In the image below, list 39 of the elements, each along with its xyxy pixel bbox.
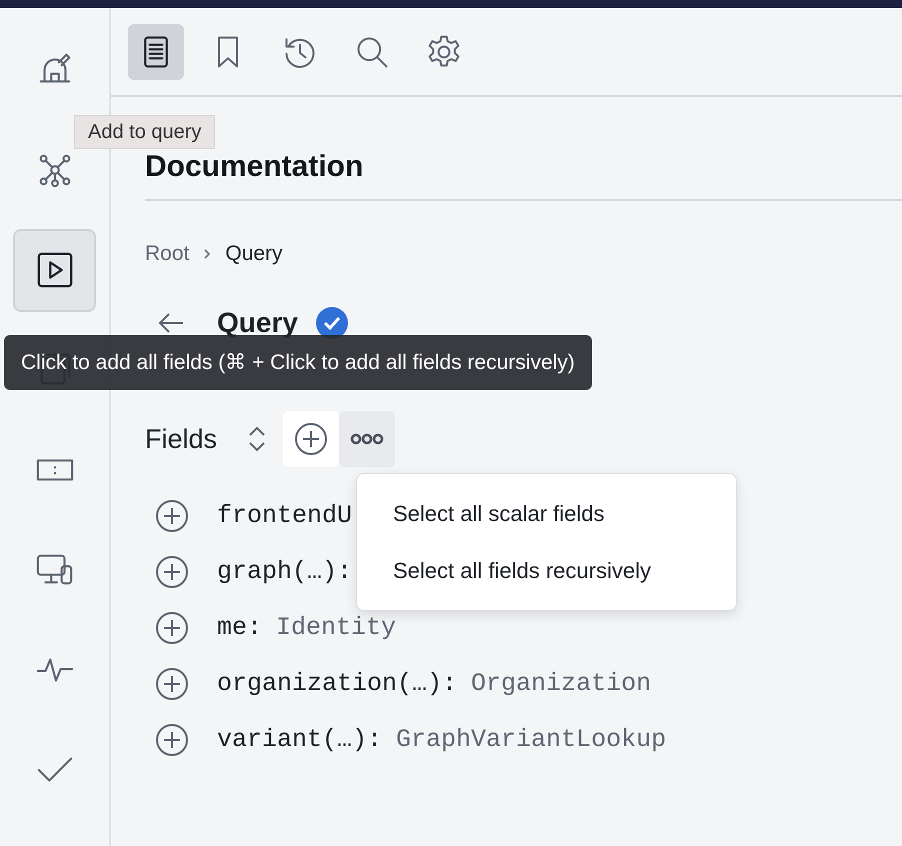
add-field-button[interactable] (155, 667, 189, 701)
page-heading: Documentation (145, 152, 364, 182)
plus-circle-icon (155, 667, 189, 701)
back-arrow-icon (157, 312, 185, 334)
chevron-icon (203, 248, 212, 260)
field-name: me: (217, 612, 262, 644)
add-field-button[interactable] (155, 611, 189, 645)
breadcrumb-link[interactable]: Root (145, 238, 190, 270)
field-type-link[interactable]: GraphVariantLookup (396, 721, 666, 759)
plus-circle-icon (155, 499, 189, 533)
field-type-link[interactable]: Identity (276, 609, 396, 647)
sort-button[interactable] (247, 425, 268, 453)
add-field-button[interactable] (155, 723, 189, 757)
add-field-button[interactable] (155, 499, 189, 533)
play-icon (36, 251, 74, 289)
plus-circle-icon (155, 611, 189, 645)
more-icon (350, 433, 384, 445)
menu-item[interactable]: Select all fields recursively (393, 554, 651, 587)
back-button[interactable] (157, 312, 185, 334)
field-type-link[interactable]: Organization (471, 665, 652, 703)
section-label: Fields (145, 422, 218, 456)
menu-item[interactable]: Select all scalar fields (393, 497, 605, 530)
document-tab[interactable] (128, 24, 184, 80)
more-button[interactable] (339, 411, 396, 467)
add-field-button[interactable] (155, 555, 189, 589)
add-all-button[interactable] (283, 411, 340, 467)
field-name: organization(…): (217, 668, 458, 700)
field-name: frontendU (217, 500, 352, 532)
tooltip: Click to add all fields (⌘ + Click to add all fields recursively) (4, 335, 592, 390)
plus-circle-icon (294, 422, 328, 456)
settings-icon (426, 34, 462, 70)
plus-circle-icon (155, 555, 189, 589)
play-tab[interactable] (13, 228, 96, 312)
field-name: variant(…): (217, 724, 382, 756)
tooltip: Add to query (74, 115, 216, 149)
plus-circle-icon (155, 723, 189, 757)
breadcrumb-current: Query (225, 241, 283, 268)
field-name: graph(…): (217, 556, 352, 588)
sort-icon (247, 425, 268, 453)
